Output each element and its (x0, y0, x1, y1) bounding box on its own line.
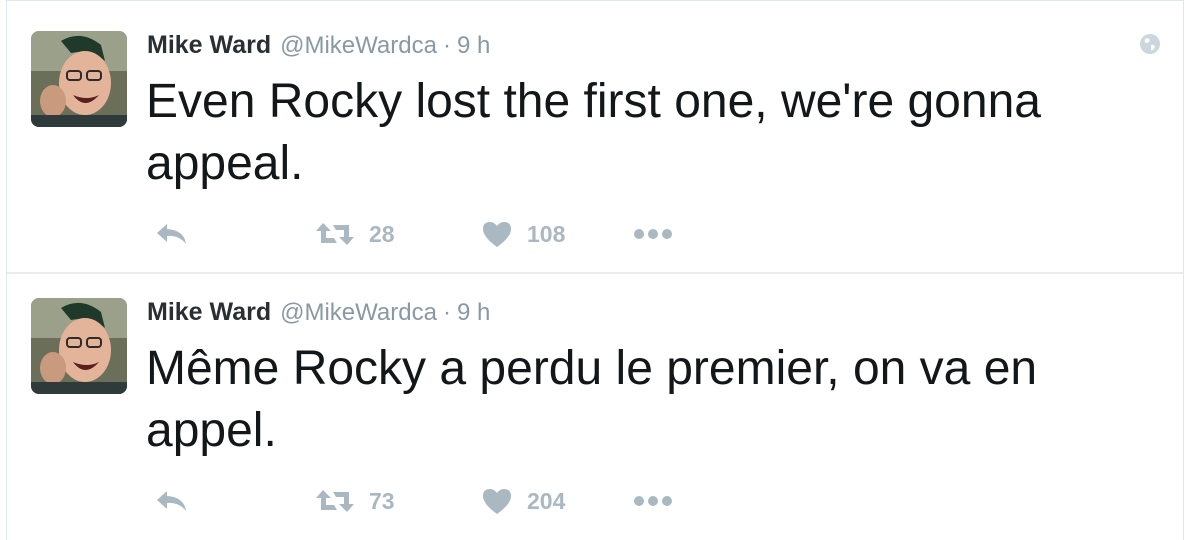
more-button[interactable] (633, 484, 673, 518)
retweet-count: 28 (369, 220, 395, 247)
author-name[interactable]: Mike Ward (147, 298, 271, 327)
tweet-text: Même Rocky a perdu le premier, on va en … (146, 342, 1038, 457)
avatar[interactable] (31, 298, 127, 394)
like-count: 204 (527, 487, 566, 514)
tweet-header: Mike Ward @MikeWardca · 9 h (147, 31, 490, 63)
author-handle[interactable]: @MikeWardca (280, 299, 437, 327)
timestamp[interactable]: 9 h (457, 299, 490, 327)
globe-icon (1140, 34, 1160, 54)
retweet-count: 73 (369, 487, 395, 514)
like-button[interactable]: 204 (481, 484, 565, 518)
tweet[interactable]: Mike Ward @MikeWardca · 9 h Même Rocky a… (7, 274, 1183, 540)
heart-icon (483, 489, 511, 514)
reply-button[interactable] (155, 484, 189, 518)
like-button[interactable]: 108 (481, 217, 565, 251)
heart-icon (483, 222, 511, 247)
separator: · (442, 299, 451, 326)
reply-button[interactable] (155, 217, 189, 251)
separator: · (442, 32, 451, 59)
tweet-header: Mike Ward @MikeWardca · 9 h (147, 298, 490, 330)
avatar[interactable] (31, 31, 127, 127)
tweet[interactable]: Mike Ward @MikeWardca · 9 h Even Rocky l… (7, 7, 1183, 275)
reply-icon (157, 224, 186, 244)
tweet-text: Even Rocky lost the first one, we're gon… (146, 75, 1041, 190)
more-dots-icon (634, 496, 672, 506)
retweet-icon (316, 490, 354, 512)
timestamp[interactable]: 9 h (457, 32, 490, 60)
author-name[interactable]: Mike Ward (147, 31, 271, 60)
retweet-button[interactable]: 73 (315, 484, 395, 518)
more-button[interactable] (633, 217, 673, 251)
retweet-button[interactable]: 28 (315, 217, 395, 251)
author-handle[interactable]: @MikeWardca (280, 32, 437, 60)
tweet-feed: Mike Ward @MikeWardca · 9 h Even Rocky l… (6, 0, 1184, 540)
reply-icon (157, 491, 186, 511)
tweet-actions: 28 108 (147, 217, 747, 251)
retweet-icon (316, 223, 354, 245)
tweet-actions: 73 204 (147, 484, 747, 518)
more-dots-icon (634, 229, 672, 239)
like-count: 108 (527, 220, 566, 247)
